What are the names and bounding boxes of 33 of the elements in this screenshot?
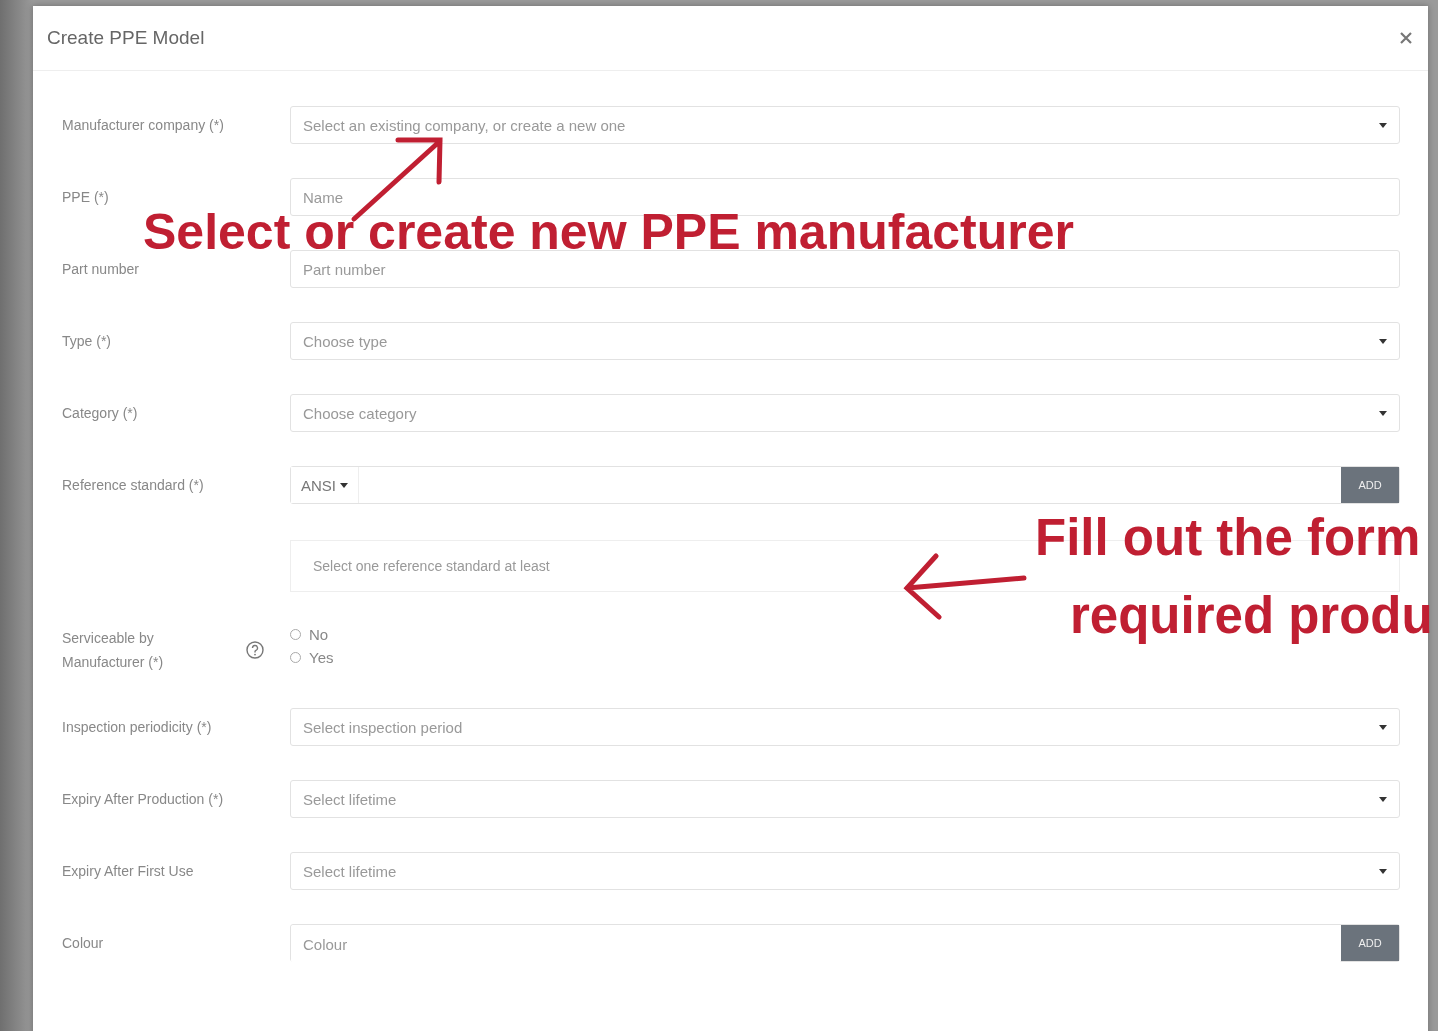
caret-icon bbox=[1379, 724, 1387, 730]
standard-dropdown[interactable]: ANSI bbox=[291, 467, 359, 503]
field-label: Expiry After First Use bbox=[62, 862, 195, 881]
select-field[interactable]: Select an existing company, or create a new one bbox=[290, 106, 1400, 144]
radio-icon[interactable] bbox=[290, 652, 301, 663]
select-field[interactable]: Select lifetime bbox=[290, 780, 1400, 818]
select-field[interactable]: Select inspection period bbox=[290, 708, 1400, 746]
field-label: Manufacturer company (*) bbox=[62, 116, 225, 135]
caret-icon bbox=[1379, 410, 1387, 416]
field-label: Serviceable by Manufacturer (*) bbox=[62, 629, 165, 672]
caret-icon bbox=[1379, 338, 1387, 344]
field-label: PPE (*) bbox=[62, 188, 110, 207]
caret-icon bbox=[1379, 868, 1387, 874]
field-label: Expiry After Production (*) bbox=[62, 790, 225, 809]
select-field[interactable]: Select lifetime bbox=[290, 852, 1400, 890]
select-field[interactable]: Choose category bbox=[290, 394, 1400, 432]
add-button[interactable]: ADD bbox=[1341, 925, 1399, 961]
field-label: Part number bbox=[62, 260, 141, 279]
field-label: Reference standard (*) bbox=[62, 476, 205, 495]
help-icon[interactable] bbox=[246, 641, 264, 659]
field-label: Colour bbox=[62, 934, 105, 953]
dialog-title: Create PPE Model bbox=[47, 27, 205, 49]
caret-icon bbox=[340, 482, 348, 488]
select-field[interactable]: Choose type bbox=[290, 322, 1400, 360]
caret-icon bbox=[1379, 122, 1387, 128]
field-label: Type (*) bbox=[62, 332, 112, 351]
field-label: Category (*) bbox=[62, 404, 139, 423]
radio-icon[interactable] bbox=[290, 629, 301, 640]
caret-icon bbox=[1379, 796, 1387, 802]
radio-option[interactable]: Yes bbox=[290, 649, 1400, 666]
field-label: Inspection periodicity (*) bbox=[62, 718, 213, 737]
add-button[interactable]: ADD bbox=[1341, 467, 1399, 503]
input-field[interactable]: Part number bbox=[290, 250, 1400, 288]
